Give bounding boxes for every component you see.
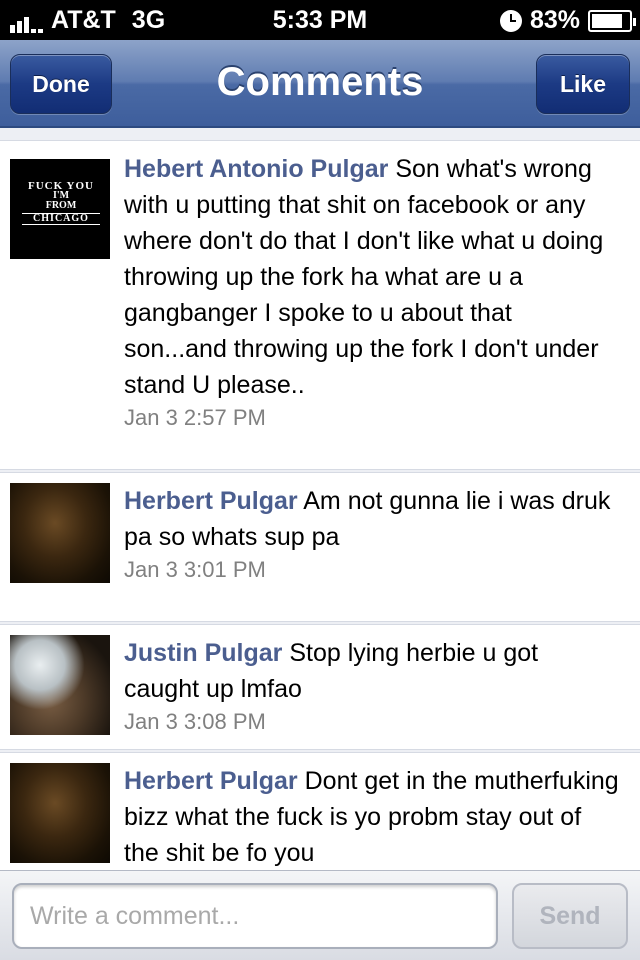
avatar[interactable] (10, 763, 110, 863)
battery-icon (588, 9, 636, 32)
comment-text: Son what's wrong with u putting that shi… (124, 155, 604, 399)
comment-list[interactable]: FUCK YOU I'M FROM CHICAGO Hebert Antonio… (0, 130, 640, 870)
battery-percent: 83% (529, 6, 580, 34)
status-bar: AT&T 3G 5:33 PM 83% (0, 0, 640, 40)
comment-item: Herbert Pulgar Am not gunna lie i was dr… (0, 472, 640, 622)
avatar[interactable]: FUCK YOU I'M FROM CHICAGO (10, 159, 110, 259)
status-right: 83% (499, 6, 636, 35)
comment-timestamp: Jan 3 2:57 PM (124, 405, 266, 430)
nav-bar: Done Comments Like (0, 40, 640, 128)
comment-input[interactable] (12, 883, 498, 949)
comment-timestamp: Jan 3 3:01 PM (124, 557, 266, 582)
comment-timestamp: Jan 3 3:08 PM (124, 709, 266, 734)
comment-author[interactable]: Justin Pulgar (124, 639, 282, 667)
avatar[interactable] (10, 483, 110, 583)
avatar-poster-text: FUCK YOU I'M FROM CHICAGO (22, 181, 100, 225)
comment-composer: Send (0, 870, 640, 960)
clock-icon (499, 9, 522, 32)
comment-author[interactable]: Herbert Pulgar (124, 487, 298, 515)
comment-body: Justin Pulgar Stop lying herbie u got ca… (124, 635, 620, 737)
comment-body: Herbert Pulgar Am not gunna lie i was dr… (124, 483, 620, 585)
comment-author[interactable]: Herbert Pulgar (124, 767, 298, 795)
comment-item: Justin Pulgar Stop lying herbie u got ca… (0, 624, 640, 750)
comment-body: Hebert Antonio Pulgar Son what's wrong w… (124, 151, 620, 433)
comment-item: FUCK YOU I'M FROM CHICAGO Hebert Antonio… (0, 140, 640, 470)
comment-body: Herbert Pulgar Dont get in the mutherfuk… (124, 763, 620, 870)
comment-author[interactable]: Hebert Antonio Pulgar (124, 155, 388, 183)
comment-item: Herbert Pulgar Dont get in the mutherfuk… (0, 752, 640, 870)
avatar[interactable] (10, 635, 110, 735)
send-button[interactable]: Send (512, 883, 628, 949)
like-button[interactable]: Like (536, 54, 630, 114)
